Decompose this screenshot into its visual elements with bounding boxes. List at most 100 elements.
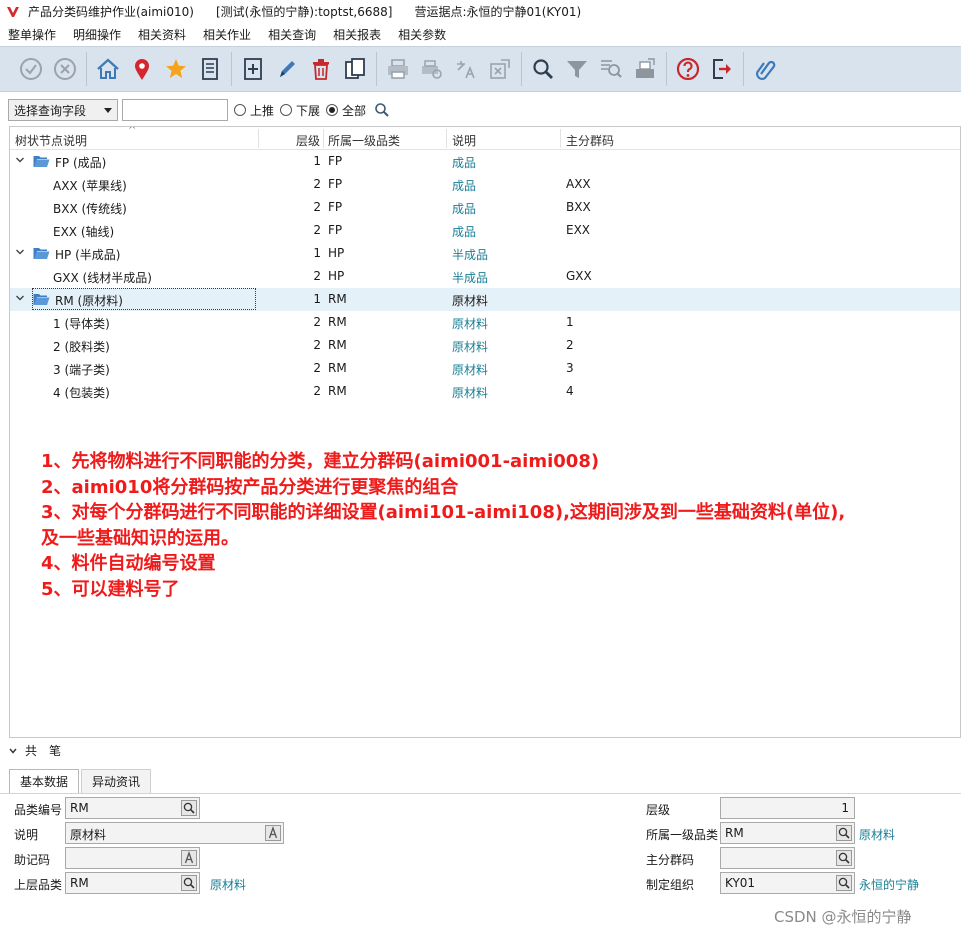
category-code-field[interactable]: RM (65, 797, 200, 819)
lookup-icon[interactable] (836, 875, 852, 891)
tree-row[interactable]: GXX (线材半成品) 2 HP 半成品 GXX (10, 265, 960, 288)
radio-all[interactable]: 全部 (326, 102, 366, 119)
main-group-field[interactable] (720, 847, 855, 869)
header-level[interactable]: 层级 (296, 132, 320, 149)
cancel-button[interactable] (48, 52, 82, 86)
detail-section-header[interactable]: 共 笔 (9, 742, 61, 759)
menu-related-params[interactable]: 相关参数 (398, 26, 446, 43)
add-document-icon (244, 58, 262, 80)
copy-button[interactable] (338, 52, 372, 86)
chevron-down-icon[interactable] (16, 294, 24, 302)
search-button[interactable] (526, 52, 560, 86)
tab-basic-data[interactable]: 基本数据 (9, 769, 80, 793)
search-icon[interactable] (374, 102, 390, 118)
annotation-notes: 1、先将物料进行不同职能的分类，建立分群码(aimi001-aimi008) 2… (41, 449, 941, 602)
folder-open-icon (33, 248, 50, 259)
radio-push-up[interactable]: 上推 (234, 102, 274, 119)
help-button[interactable] (671, 52, 705, 86)
cell-top-category: FP (328, 177, 343, 191)
multilang-icon[interactable] (181, 850, 197, 866)
tree-row[interactable]: AXX (苹果线) 2 FP 成品 AXX (10, 173, 960, 196)
tree-row[interactable]: 2 (胶料类) 2 RM 原材料 2 (10, 334, 960, 357)
menu-related-query[interactable]: 相关查询 (268, 26, 316, 43)
filter-button[interactable] (560, 52, 594, 86)
chevron-down-icon[interactable] (16, 156, 24, 164)
mnemonic-field[interactable] (65, 847, 200, 869)
print-icon (388, 59, 408, 79)
tree-node-label: FP (成品) (55, 156, 107, 170)
cell-top-category: RM (328, 315, 347, 329)
cell-level: 2 (313, 338, 321, 352)
folder-tray-button[interactable] (628, 52, 662, 86)
lookup-icon[interactable] (836, 825, 852, 841)
cell-description: 原材料 (452, 317, 489, 331)
tree-node-label: HP (半成品) (55, 248, 121, 262)
menu-related-data[interactable]: 相关资料 (138, 26, 186, 43)
detail-tabs: 基本数据 异动资讯 (9, 769, 153, 793)
export-button[interactable] (483, 52, 517, 86)
add-button[interactable] (236, 52, 270, 86)
menu-whole-order[interactable]: 整单操作 (8, 26, 56, 43)
attachment-button[interactable] (748, 52, 782, 86)
menu-related-reports[interactable]: 相关报表 (333, 26, 381, 43)
delete-button[interactable] (304, 52, 338, 86)
cell-description: 成品 (452, 179, 477, 193)
chevron-down-icon[interactable] (16, 248, 24, 256)
level-field[interactable]: 1 (720, 797, 855, 819)
radio-expand-down[interactable]: 下展 (280, 102, 320, 119)
query-field-select[interactable]: 选择查询字段 (8, 99, 118, 121)
tree-row[interactable]: 3 (端子类) 2 RM 原材料 3 (10, 357, 960, 380)
home-button[interactable] (91, 52, 125, 86)
print-button[interactable] (381, 52, 415, 86)
tree-row[interactable]: BXX (传统线) 2 FP 成品 BXX (10, 196, 960, 219)
cell-description: 成品 (452, 202, 477, 216)
home-icon (97, 58, 119, 79)
cell-level: 2 (313, 384, 321, 398)
dropdown-arrow-icon (104, 107, 112, 113)
delete-trash-icon (313, 59, 329, 80)
header-top-category[interactable]: 所属一级品类 (328, 132, 400, 149)
menu-detail-ops[interactable]: 明细操作 (73, 26, 121, 43)
cell-description: 成品 (452, 225, 477, 239)
header-description[interactable]: 说明 (452, 132, 476, 149)
label-top-category: 所属一级品类 (646, 828, 719, 842)
tree-row[interactable]: HP (半成品) 1 HP 半成品 (10, 242, 960, 265)
cell-description: 原材料 (452, 294, 489, 308)
parent-category-field[interactable]: RM (65, 872, 200, 894)
lookup-icon[interactable] (181, 800, 197, 816)
favorite-button[interactable] (159, 52, 193, 86)
header-node-desc[interactable]: 树状节点说明 (15, 132, 87, 149)
tree-row[interactable]: 4 (包装类) 2 RM 原材料 4 (10, 380, 960, 403)
top-category-field[interactable]: RM (720, 822, 855, 844)
tree-row[interactable]: 1 (导体类) 2 RM 原材料 1 (10, 311, 960, 334)
tree-row[interactable]: FP (成品) 1 FP 成品 (10, 150, 960, 173)
cell-level: 2 (313, 223, 321, 237)
cell-main-group: 3 (566, 361, 574, 375)
header-main-group[interactable]: 主分群码 (566, 132, 614, 149)
translate-button[interactable] (449, 52, 483, 86)
lookup-icon[interactable] (836, 850, 852, 866)
label-parent-category: 上层品类 (14, 878, 63, 892)
attachment-icon (756, 60, 776, 80)
edit-button[interactable] (270, 52, 304, 86)
menu-related-jobs[interactable]: 相关作业 (203, 26, 251, 43)
tree-row[interactable]: RM (原材料) 1 RM 原材料 (10, 288, 960, 311)
cell-top-category: RM (328, 361, 347, 375)
location-button[interactable] (125, 52, 159, 86)
cell-main-group: GXX (566, 269, 592, 283)
print-preview-button[interactable] (415, 52, 449, 86)
list-button[interactable] (193, 52, 227, 86)
tab-change-info[interactable]: 异动资讯 (81, 769, 152, 793)
org-field[interactable]: KY01 (720, 872, 855, 894)
query-value-input[interactable] (122, 99, 228, 121)
lookup-icon[interactable] (181, 875, 197, 891)
chevron-down-icon (9, 748, 17, 754)
exit-button[interactable] (705, 52, 739, 86)
cell-level: 1 (313, 246, 321, 260)
tree-row[interactable]: EXX (轴线) 2 FP 成品 EXX (10, 219, 960, 242)
exit-icon (713, 59, 731, 79)
multilang-icon[interactable] (265, 825, 281, 841)
description-field[interactable]: 原材料 (65, 822, 284, 844)
advanced-filter-button[interactable] (594, 52, 628, 86)
confirm-button[interactable] (14, 52, 48, 86)
